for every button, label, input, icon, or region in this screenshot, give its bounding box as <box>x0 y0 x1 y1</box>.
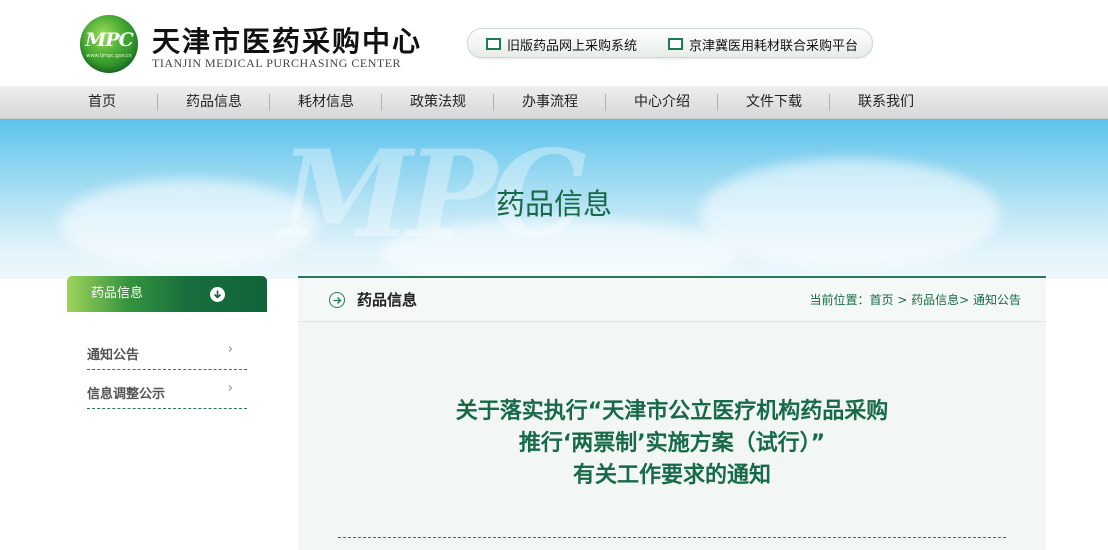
nav-divider <box>493 94 494 111</box>
quick-link-label: 京津冀医用耗材联合采购平台 <box>689 38 859 54</box>
content-header: 药品信息 当前位置：首页 > 药品信息> 通知公告 <box>298 278 1046 322</box>
content-title: 药品信息 <box>357 291 418 309</box>
quick-link-old-drug-system[interactable]: 旧版药品网上采购系统 <box>486 35 638 54</box>
article-title-line: 推行‘两票制’实施方案（试行）” <box>518 431 826 456</box>
nav-divider <box>381 94 382 111</box>
window-icon <box>486 38 501 50</box>
nav-divider <box>157 94 158 111</box>
site-header: MPC www.tjmpc.gov.cn 天津市医药采购中心 TIANJIN M… <box>0 0 1108 86</box>
chevron-right-icon: › <box>227 381 233 396</box>
article-title-line: 关于落实执行“天津市公立医疗机构药品采购 <box>455 399 889 424</box>
sidebar-item-label: 信息调整公示 <box>87 387 166 402</box>
site-title: 天津市医药采购中心 <box>152 25 423 58</box>
sidebar-item-adjustments[interactable]: 信息调整公示 › <box>87 371 247 409</box>
site-subtitle: TIANJIN MEDICAL PURCHASING CENTER <box>152 56 402 70</box>
main-content: 药品信息 当前位置：首页 > 药品信息> 通知公告 关于落实执行“天津市公立医疗… <box>298 276 1046 550</box>
article-divider <box>338 537 1006 538</box>
nav-item-drug-info[interactable]: 药品信息 <box>179 86 249 119</box>
quick-links-bar: 旧版药品网上采购系统 京津冀医用耗材联合采购平台 <box>467 28 873 58</box>
nav-item-about[interactable]: 中心介绍 <box>627 86 697 119</box>
quick-link-label: 旧版药品网上采购系统 <box>507 38 638 54</box>
nav-item-downloads[interactable]: 文件下载 <box>739 86 809 119</box>
logo-text: MPC <box>85 29 133 51</box>
nav-divider <box>605 94 606 111</box>
page-banner: MPC 药品信息 <box>0 119 1108 279</box>
article-title: 关于落实执行“天津市公立医疗机构药品采购 推行‘两票制’实施方案（试行）” 有关… <box>298 396 1046 492</box>
nav-item-procedures[interactable]: 办事流程 <box>515 86 585 119</box>
nav-item-home[interactable]: 首页 <box>68 86 136 119</box>
nav-item-policies[interactable]: 政策法规 <box>403 86 473 119</box>
sidebar-item-notices[interactable]: 通知公告 › <box>87 332 247 370</box>
nav-item-supplies-info[interactable]: 耗材信息 <box>291 86 361 119</box>
sidebar-header-label: 药品信息 <box>91 286 144 301</box>
nav-item-contact[interactable]: 联系我们 <box>851 86 921 119</box>
chevron-right-icon: › <box>227 342 233 357</box>
logo[interactable]: MPC www.tjmpc.gov.cn <box>80 15 138 73</box>
sidebar: 药品信息 通知公告 › 信息调整公示 › <box>67 276 267 550</box>
nav-divider <box>717 94 718 111</box>
banner-title: 药品信息 <box>495 187 612 221</box>
sidebar-header: 药品信息 <box>67 276 267 312</box>
arrow-down-circle-icon[interactable] <box>210 287 225 302</box>
window-icon <box>668 38 683 50</box>
breadcrumb[interactable]: 当前位置：首页 > 药品信息> 通知公告 <box>809 278 1021 322</box>
sidebar-item-label: 通知公告 <box>87 348 140 363</box>
nav-divider <box>269 94 270 111</box>
article-title-line: 有关工作要求的通知 <box>572 463 771 488</box>
quick-link-jjj-platform[interactable]: 京津冀医用耗材联合采购平台 <box>668 35 859 54</box>
main-nav: 首页 药品信息 耗材信息 政策法规 办事流程 中心介绍 文件下载 联系我们 <box>0 86 1108 119</box>
nav-divider <box>829 94 830 111</box>
arrow-right-circle-icon <box>329 292 345 308</box>
logo-url: www.tjmpc.gov.cn <box>86 53 132 59</box>
